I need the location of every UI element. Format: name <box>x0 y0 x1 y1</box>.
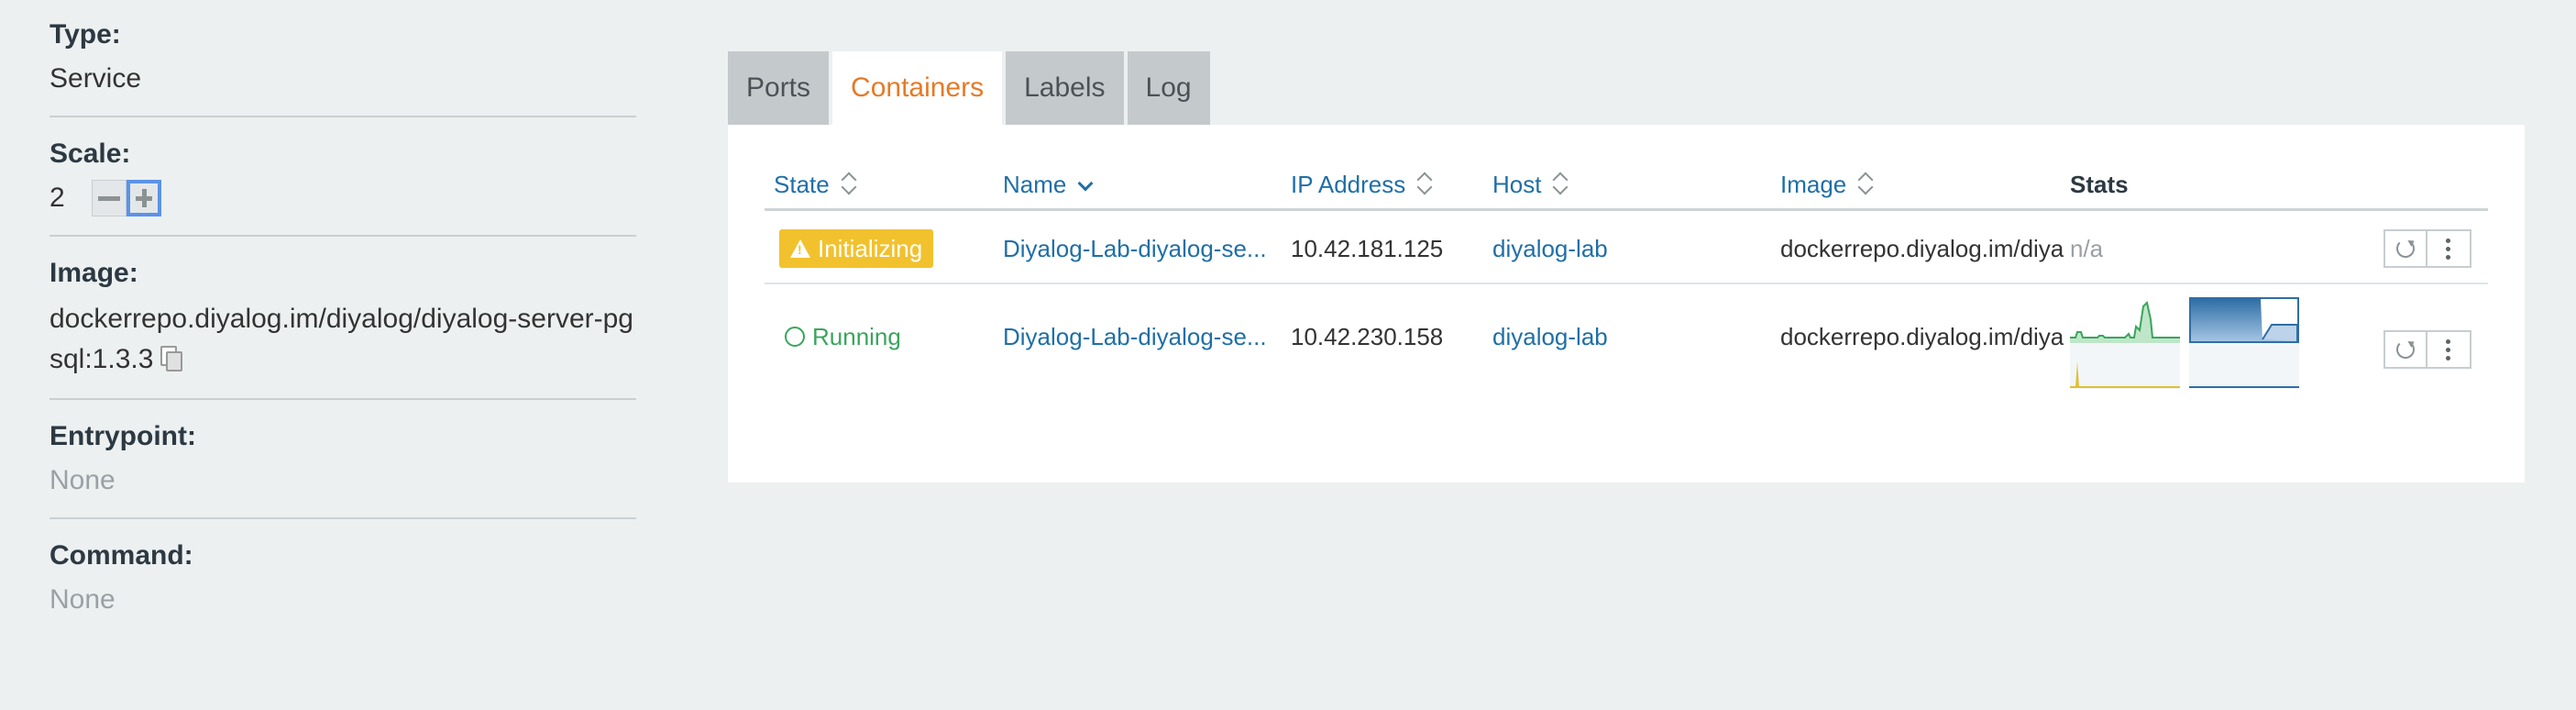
more-actions-button[interactable] <box>2427 229 2471 268</box>
state-label: Initializing <box>818 235 923 262</box>
image-section: Image: dockerrepo.diyalog.im/diyalog/diy… <box>50 255 636 400</box>
network-sparkline[interactable] <box>2070 343 2180 389</box>
tab-containers[interactable]: Containers <box>832 51 1003 125</box>
storage-sparkline[interactable] <box>2189 343 2299 389</box>
status-running: Running <box>785 321 901 352</box>
image-value-wrapper: dockerrepo.diyalog.im/diyalog/diyalog-se… <box>50 299 636 380</box>
container-name-link[interactable]: Diyalog-Lab-diyalog-se... <box>1003 321 1278 352</box>
header-image[interactable]: Image <box>1780 169 1874 200</box>
restart-button[interactable] <box>2383 229 2427 268</box>
containers-panel: State Name IP Address Host Image Stats !… <box>728 125 2525 483</box>
sort-icon <box>841 172 857 197</box>
entrypoint-label: Entrypoint: <box>50 421 196 451</box>
copy-icon[interactable] <box>160 346 183 372</box>
host-link[interactable]: diyalog-lab <box>1492 233 1608 264</box>
command-section: Command: None <box>50 538 636 637</box>
header-ip-address[interactable]: IP Address <box>1291 169 1433 200</box>
container-name-link[interactable]: Diyalog-Lab-diyalog-se... <box>1003 233 1278 264</box>
image-value: dockerrepo.diyalog.im/diyalog/diyalog-se… <box>50 304 633 374</box>
state-label: Running <box>812 323 901 350</box>
kebab-menu-icon <box>2446 339 2450 361</box>
detail-tabs: Ports Containers Labels Log <box>728 51 1214 125</box>
scale-control: 2 <box>50 180 636 216</box>
more-actions-button[interactable] <box>2427 330 2471 369</box>
header-state-label: State <box>774 171 830 198</box>
header-ip-label: IP Address <box>1291 171 1406 198</box>
image-name: dockerrepo.diyalog.im/diyalog/diyalog-se… <box>1780 323 2064 350</box>
table-header: State Name IP Address Host Image Stats <box>765 161 2488 211</box>
restart-button[interactable] <box>2383 330 2427 369</box>
sort-icon <box>1857 172 1874 197</box>
circle-icon <box>785 327 805 347</box>
scale-section: Scale: 2 <box>50 136 636 237</box>
containers-table: State Name IP Address Host Image Stats !… <box>765 161 2488 394</box>
header-name-label: Name <box>1003 171 1067 198</box>
status-badge-initializing: Initializing <box>779 229 934 268</box>
tab-labels[interactable]: Labels <box>1006 51 1124 125</box>
stats-na: n/a <box>2070 235 2104 262</box>
table-row: Running Diyalog-Lab-diyalog-se... 10.42.… <box>765 284 2488 394</box>
host-link[interactable]: diyalog-lab <box>1492 321 1608 352</box>
tab-ports[interactable]: Ports <box>728 51 830 125</box>
header-host[interactable]: Host <box>1492 169 1569 200</box>
kebab-menu-icon <box>2446 239 2450 261</box>
scale-increment-button[interactable] <box>127 180 161 216</box>
header-name[interactable]: Name <box>1003 169 1094 200</box>
command-value: None <box>50 584 116 615</box>
type-section: Type: Service <box>50 17 636 117</box>
sort-icon <box>1416 172 1433 197</box>
image-name: dockerrepo.diyalog.im/diyalog/diyalog-se… <box>1780 235 2064 262</box>
entrypoint-section: Entrypoint: None <box>50 418 636 519</box>
warning-icon <box>790 239 810 258</box>
scale-value: 2 <box>50 183 65 213</box>
entrypoint-value: None <box>50 465 116 495</box>
ip-address: 10.42.181.125 <box>1291 235 1444 262</box>
tab-log[interactable]: Log <box>1127 51 1210 125</box>
command-label: Command: <box>50 540 193 571</box>
scale-decrement-button[interactable] <box>92 180 127 216</box>
table-row: Initializing Diyalog-Lab-diyalog-se... 1… <box>765 211 2488 284</box>
refresh-icon <box>2396 239 2415 258</box>
row-actions <box>2383 330 2471 369</box>
scale-label: Scale: <box>50 139 131 169</box>
plus-icon-vertical <box>141 189 147 207</box>
header-image-label: Image <box>1780 171 1847 198</box>
sort-icon <box>1552 172 1569 197</box>
service-info-panel: Type: Service Scale: 2 Image: dockerrepo… <box>50 17 636 655</box>
minus-icon <box>98 195 120 201</box>
header-state[interactable]: State <box>774 169 857 200</box>
header-stats: Stats <box>2070 171 2129 198</box>
type-label: Type: <box>50 19 121 50</box>
ip-address: 10.42.230.158 <box>1291 323 1444 350</box>
header-host-label: Host <box>1492 171 1542 198</box>
type-value: Service <box>50 63 142 94</box>
refresh-icon <box>2396 340 2415 359</box>
row-actions <box>2383 229 2471 268</box>
memory-sparkline[interactable] <box>2189 297 2299 343</box>
sort-desc-icon <box>1077 172 1094 197</box>
cpu-sparkline[interactable] <box>2070 297 2180 343</box>
image-label: Image: <box>50 258 138 288</box>
